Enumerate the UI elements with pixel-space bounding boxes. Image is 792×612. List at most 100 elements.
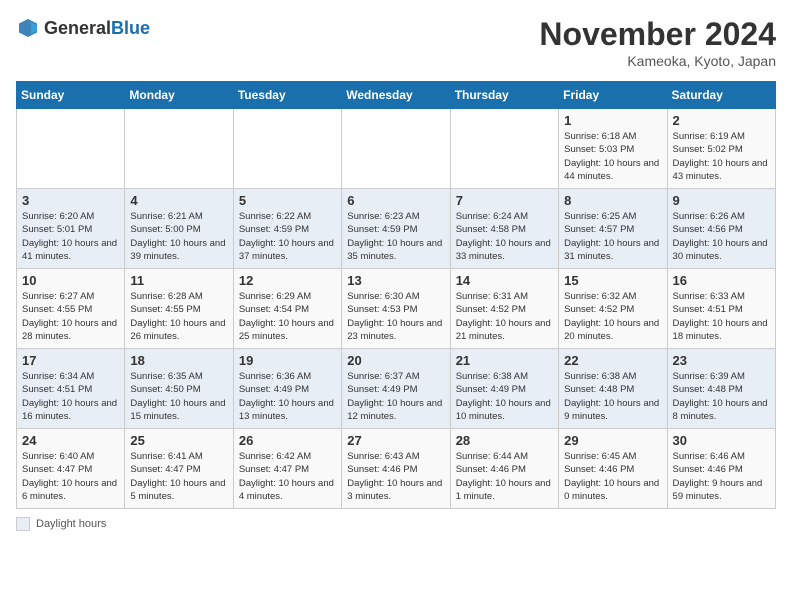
day-info: Sunrise: 6:31 AM Sunset: 4:52 PM Dayligh… xyxy=(456,290,553,343)
calendar-cell xyxy=(342,109,450,189)
day-info: Sunrise: 6:45 AM Sunset: 4:46 PM Dayligh… xyxy=(564,450,661,503)
day-number: 5 xyxy=(239,193,336,208)
day-number: 6 xyxy=(347,193,444,208)
day-info: Sunrise: 6:20 AM Sunset: 5:01 PM Dayligh… xyxy=(22,210,119,263)
calendar-cell: 13 Sunrise: 6:30 AM Sunset: 4:53 PM Dayli… xyxy=(342,269,450,349)
day-number: 23 xyxy=(673,353,770,368)
day-number: 27 xyxy=(347,433,444,448)
calendar-cell: 7Sunrise: 6:24 AM Sunset: 4:58 PM Daylig… xyxy=(450,189,558,269)
calendar-cell: 28 Sunrise: 6:44 AM Sunset: 4:46 PM Dayli… xyxy=(450,429,558,509)
calendar-cell: 14 Sunrise: 6:31 AM Sunset: 4:52 PM Dayli… xyxy=(450,269,558,349)
day-number: 13 xyxy=(347,273,444,288)
day-number: 29 xyxy=(564,433,661,448)
day-info: Sunrise: 6:38 AM Sunset: 4:48 PM Dayligh… xyxy=(564,370,661,423)
calendar-cell: 10 Sunrise: 6:27 AM Sunset: 4:55 PM Dayli… xyxy=(17,269,125,349)
day-info: Sunrise: 6:38 AM Sunset: 4:49 PM Dayligh… xyxy=(456,370,553,423)
day-number: 15 xyxy=(564,273,661,288)
logo-text-blue: Blue xyxy=(111,18,150,38)
day-number: 20 xyxy=(347,353,444,368)
day-number: 16 xyxy=(673,273,770,288)
calendar-cell: 24Sunrise: 6:40 AM Sunset: 4:47 PM Dayli… xyxy=(17,429,125,509)
calendar-week-row: 1 Sunrise: 6:18 AM Sunset: 5:03 PM Daylig… xyxy=(17,109,776,189)
calendar-week-row: 10 Sunrise: 6:27 AM Sunset: 4:55 PM Dayli… xyxy=(17,269,776,349)
day-number: 17 xyxy=(22,353,119,368)
calendar-cell: 6 Sunrise: 6:23 AM Sunset: 4:59 PM Daylig… xyxy=(342,189,450,269)
day-info: Sunrise: 6:24 AM Sunset: 4:58 PM Dayligh… xyxy=(456,210,553,263)
calendar-header-monday: Monday xyxy=(125,82,233,109)
day-info: Sunrise: 6:46 AM Sunset: 4:46 PM Dayligh… xyxy=(673,450,770,503)
calendar-header-sunday: Sunday xyxy=(17,82,125,109)
legend: Daylight hours xyxy=(16,517,776,531)
calendar-header-wednesday: Wednesday xyxy=(342,82,450,109)
logo-icon xyxy=(16,16,40,40)
calendar-week-row: 3 Sunrise: 6:20 AM Sunset: 5:01 PM Daylig… xyxy=(17,189,776,269)
day-number: 3 xyxy=(22,193,119,208)
month-title: November 2024 xyxy=(539,16,776,53)
calendar-cell: 15 Sunrise: 6:32 AM Sunset: 4:52 PM Dayli… xyxy=(559,269,667,349)
calendar-cell xyxy=(125,109,233,189)
day-info: Sunrise: 6:41 AM Sunset: 4:47 PM Dayligh… xyxy=(130,450,227,503)
calendar-table: SundayMondayTuesdayWednesdayThursdayFrid… xyxy=(16,81,776,509)
day-info: Sunrise: 6:29 AM Sunset: 4:54 PM Dayligh… xyxy=(239,290,336,343)
calendar-cell: 29 Sunrise: 6:45 AM Sunset: 4:46 PM Dayli… xyxy=(559,429,667,509)
legend-label: Daylight hours xyxy=(36,518,106,530)
calendar-cell: 9 Sunrise: 6:26 AM Sunset: 4:56 PM Daylig… xyxy=(667,189,775,269)
calendar-cell: 30Sunrise: 6:46 AM Sunset: 4:46 PM Dayli… xyxy=(667,429,775,509)
logo: GeneralBlue xyxy=(16,16,150,40)
calendar-cell: 18Sunrise: 6:35 AM Sunset: 4:50 PM Dayli… xyxy=(125,349,233,429)
day-number: 25 xyxy=(130,433,227,448)
calendar-cell: 23 Sunrise: 6:39 AM Sunset: 4:48 PM Dayli… xyxy=(667,349,775,429)
header: GeneralBlue November 2024 Kameoka, Kyoto… xyxy=(16,16,776,69)
title-area: November 2024 Kameoka, Kyoto, Japan xyxy=(539,16,776,69)
day-info: Sunrise: 6:28 AM Sunset: 4:55 PM Dayligh… xyxy=(130,290,227,343)
calendar-cell: 19Sunrise: 6:36 AM Sunset: 4:49 PM Dayli… xyxy=(233,349,341,429)
calendar-header-saturday: Saturday xyxy=(667,82,775,109)
calendar-cell: 11 Sunrise: 6:28 AM Sunset: 4:55 PM Dayli… xyxy=(125,269,233,349)
day-info: Sunrise: 6:44 AM Sunset: 4:46 PM Dayligh… xyxy=(456,450,553,503)
day-info: Sunrise: 6:33 AM Sunset: 4:51 PM Dayligh… xyxy=(673,290,770,343)
day-info: Sunrise: 6:36 AM Sunset: 4:49 PM Dayligh… xyxy=(239,370,336,423)
day-number: 26 xyxy=(239,433,336,448)
day-info: Sunrise: 6:18 AM Sunset: 5:03 PM Dayligh… xyxy=(564,130,661,183)
calendar-cell: 5 Sunrise: 6:22 AM Sunset: 4:59 PM Daylig… xyxy=(233,189,341,269)
calendar-cell xyxy=(450,109,558,189)
calendar-cell: 8Sunrise: 6:25 AM Sunset: 4:57 PM Daylig… xyxy=(559,189,667,269)
calendar-cell: 3 Sunrise: 6:20 AM Sunset: 5:01 PM Daylig… xyxy=(17,189,125,269)
calendar-week-row: 17 Sunrise: 6:34 AM Sunset: 4:51 PM Dayli… xyxy=(17,349,776,429)
day-number: 2 xyxy=(673,113,770,128)
day-number: 1 xyxy=(564,113,661,128)
day-info: Sunrise: 6:39 AM Sunset: 4:48 PM Dayligh… xyxy=(673,370,770,423)
legend-box xyxy=(16,517,30,531)
calendar-header-friday: Friday xyxy=(559,82,667,109)
day-info: Sunrise: 6:21 AM Sunset: 5:00 PM Dayligh… xyxy=(130,210,227,263)
day-info: Sunrise: 6:35 AM Sunset: 4:50 PM Dayligh… xyxy=(130,370,227,423)
calendar-cell: 21 Sunrise: 6:38 AM Sunset: 4:49 PM Dayli… xyxy=(450,349,558,429)
day-info: Sunrise: 6:32 AM Sunset: 4:52 PM Dayligh… xyxy=(564,290,661,343)
day-info: Sunrise: 6:25 AM Sunset: 4:57 PM Dayligh… xyxy=(564,210,661,263)
day-number: 11 xyxy=(130,273,227,288)
day-info: Sunrise: 6:30 AM Sunset: 4:53 PM Dayligh… xyxy=(347,290,444,343)
day-number: 28 xyxy=(456,433,553,448)
calendar-cell xyxy=(233,109,341,189)
calendar-cell: 17 Sunrise: 6:34 AM Sunset: 4:51 PM Dayli… xyxy=(17,349,125,429)
day-info: Sunrise: 6:34 AM Sunset: 4:51 PM Dayligh… xyxy=(22,370,119,423)
day-info: Sunrise: 6:42 AM Sunset: 4:47 PM Dayligh… xyxy=(239,450,336,503)
day-number: 10 xyxy=(22,273,119,288)
day-info: Sunrise: 6:40 AM Sunset: 4:47 PM Dayligh… xyxy=(22,450,119,503)
calendar-cell: 12Sunrise: 6:29 AM Sunset: 4:54 PM Dayli… xyxy=(233,269,341,349)
day-info: Sunrise: 6:19 AM Sunset: 5:02 PM Dayligh… xyxy=(673,130,770,183)
day-info: Sunrise: 6:22 AM Sunset: 4:59 PM Dayligh… xyxy=(239,210,336,263)
day-info: Sunrise: 6:23 AM Sunset: 4:59 PM Dayligh… xyxy=(347,210,444,263)
calendar-cell: 2 Sunrise: 6:19 AM Sunset: 5:02 PM Daylig… xyxy=(667,109,775,189)
calendar-cell xyxy=(17,109,125,189)
calendar-cell: 26 Sunrise: 6:42 AM Sunset: 4:47 PM Dayli… xyxy=(233,429,341,509)
calendar-header-row: SundayMondayTuesdayWednesdayThursdayFrid… xyxy=(17,82,776,109)
day-number: 22 xyxy=(564,353,661,368)
day-number: 9 xyxy=(673,193,770,208)
day-info: Sunrise: 6:27 AM Sunset: 4:55 PM Dayligh… xyxy=(22,290,119,343)
day-number: 21 xyxy=(456,353,553,368)
day-info: Sunrise: 6:26 AM Sunset: 4:56 PM Dayligh… xyxy=(673,210,770,263)
calendar-header-tuesday: Tuesday xyxy=(233,82,341,109)
day-info: Sunrise: 6:37 AM Sunset: 4:49 PM Dayligh… xyxy=(347,370,444,423)
day-number: 14 xyxy=(456,273,553,288)
